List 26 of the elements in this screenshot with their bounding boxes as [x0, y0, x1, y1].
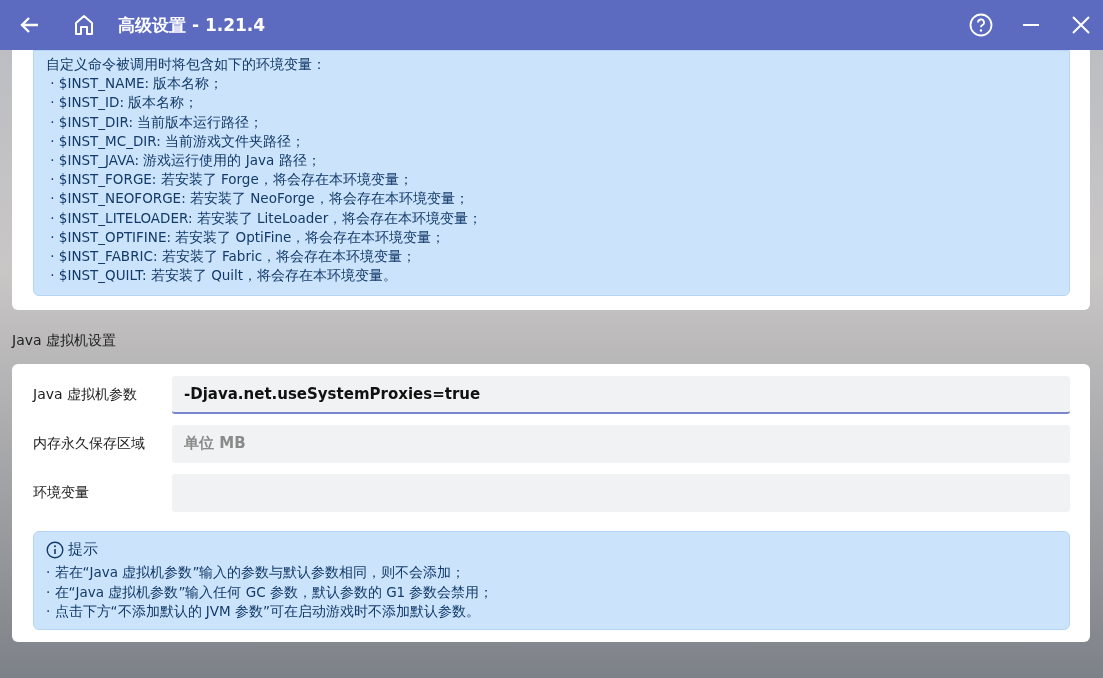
- field-label: 环境变量: [33, 484, 90, 503]
- home-icon[interactable]: [72, 13, 96, 37]
- help-icon[interactable]: [969, 13, 993, 37]
- hint-text: · $INST_MC_DIR: 当前游戏文件夹路径；: [49, 131, 307, 151]
- hint-text: · 若在“Java 虚拟机参数”输入的参数与默认参数相同，则不会添加；: [46, 563, 467, 583]
- field-label: 内存永久保存区域: [33, 435, 146, 454]
- hint-text: · 在“Java 虚拟机参数”输入任何 GC 参数，默认参数的 G1 参数会禁用；: [46, 582, 495, 602]
- field-label: Java 虚拟机参数: [33, 386, 139, 405]
- hint-text: · $INST_FORGE: 若安装了 Forge，将会存在本环境变量；: [49, 170, 414, 190]
- section-heading: Java 虚拟机设置: [12, 332, 118, 351]
- window-title: 高级设置 - 1.21.4: [118, 13, 266, 37]
- hint-text: · $INST_JAVA: 游戏运行使用的 Java 路径；: [49, 151, 322, 170]
- hint-text: · $INST_ID: 版本名称；: [49, 93, 200, 113]
- input-field[interactable]: -Djava.net.useSystemProxies=true: [172, 376, 1070, 415]
- hint-text: · $INST_LITELOADER: 若安装了 LiteLoader，将会存在本环境变量；: [49, 208, 484, 228]
- hint-text: · $INST_DIR: 当前版本运行路径；: [49, 112, 265, 132]
- hint-text: · $INST_QUILT: 若安装了 Quilt，将会存在本环境变量。: [49, 266, 399, 286]
- hint-text: 自定义命令被调用时将包含如下的环境变量：: [46, 55, 327, 74]
- input-field[interactable]: 单位 MB: [172, 425, 1070, 464]
- hint-title: 提示: [68, 540, 98, 560]
- hint-text: · $INST_NAME: 版本名称；: [49, 74, 225, 94]
- info-icon: [46, 540, 64, 559]
- hint-text: · $INST_FABRIC: 若安装了 Fabric，将会存在本环境变量；: [49, 247, 418, 267]
- hint-text: · $INST_OPTIFINE: 若安装了 OptiFine，将会存在本环境变量；: [49, 227, 447, 247]
- hint-text: · 点击下方“不添加默认的 JVM 参数”可在启动游戏时不添加默认参数。: [46, 601, 482, 621]
- hint-text: · $INST_NEOFORGE: 若安装了 NeoForge，将会存在本环境变量；: [49, 189, 470, 209]
